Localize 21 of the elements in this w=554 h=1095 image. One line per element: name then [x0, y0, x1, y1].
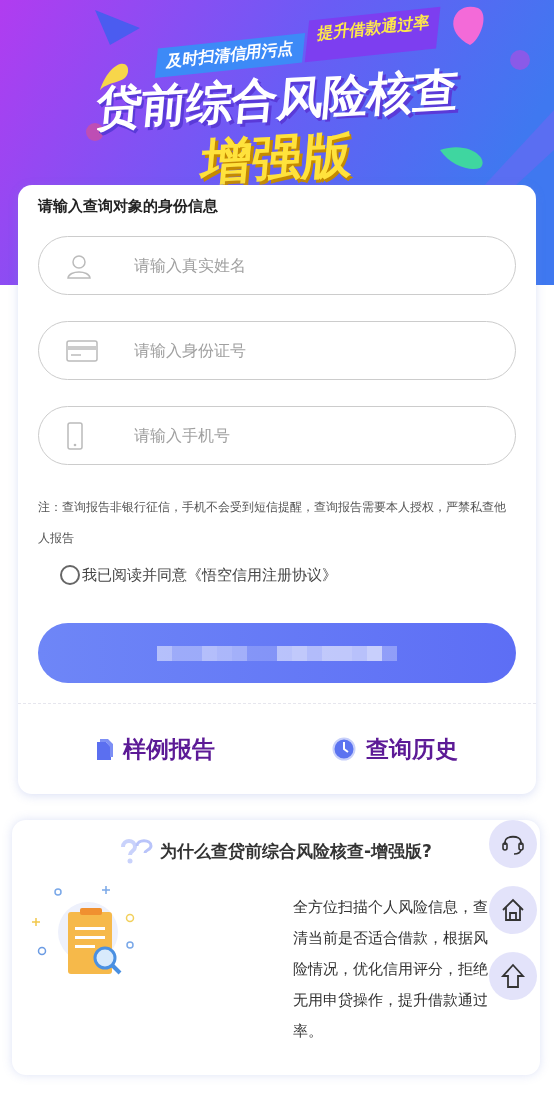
card-icon — [66, 337, 98, 364]
agree-radio[interactable] — [60, 565, 80, 585]
form-heading: 请输入查询对象的身份信息 — [38, 197, 219, 216]
home-icon — [500, 897, 526, 923]
section-title: 为什么查贷前综合风险核查-增强版? — [160, 839, 432, 863]
description-text: 全方位扫描个人风险信息，查清当前是否适合借款，根据风险情况，优化信用评分，拒绝无用申贷操作，提升借款通过率。 — [293, 897, 489, 1042]
report-link[interactable]: 样例报告 — [96, 733, 216, 765]
input-field[interactable]: 请输入身份证号 — [38, 321, 516, 380]
submit-button[interactable] — [38, 623, 516, 683]
banner-subtitle: 增强版 — [199, 125, 356, 193]
clock-icon — [331, 737, 356, 761]
notice-text: 注：查询报告非银行征信，手机不会受到短信提醒，查询报告需要本人授权，严禁私查他人报告 — [38, 498, 507, 547]
document-icon — [96, 738, 114, 760]
question-icon — [120, 838, 155, 864]
report-link[interactable]: 查询历史 — [331, 733, 458, 765]
up-arrow-icon — [500, 963, 526, 989]
phone-icon — [66, 421, 84, 450]
input-field[interactable]: 请输入真实姓名 — [38, 236, 516, 295]
agreement-text: 我已阅读并同意《悟空信用注册协议》 — [82, 565, 337, 585]
input-field[interactable]: 请输入手机号 — [38, 406, 516, 465]
person-icon — [66, 252, 92, 279]
